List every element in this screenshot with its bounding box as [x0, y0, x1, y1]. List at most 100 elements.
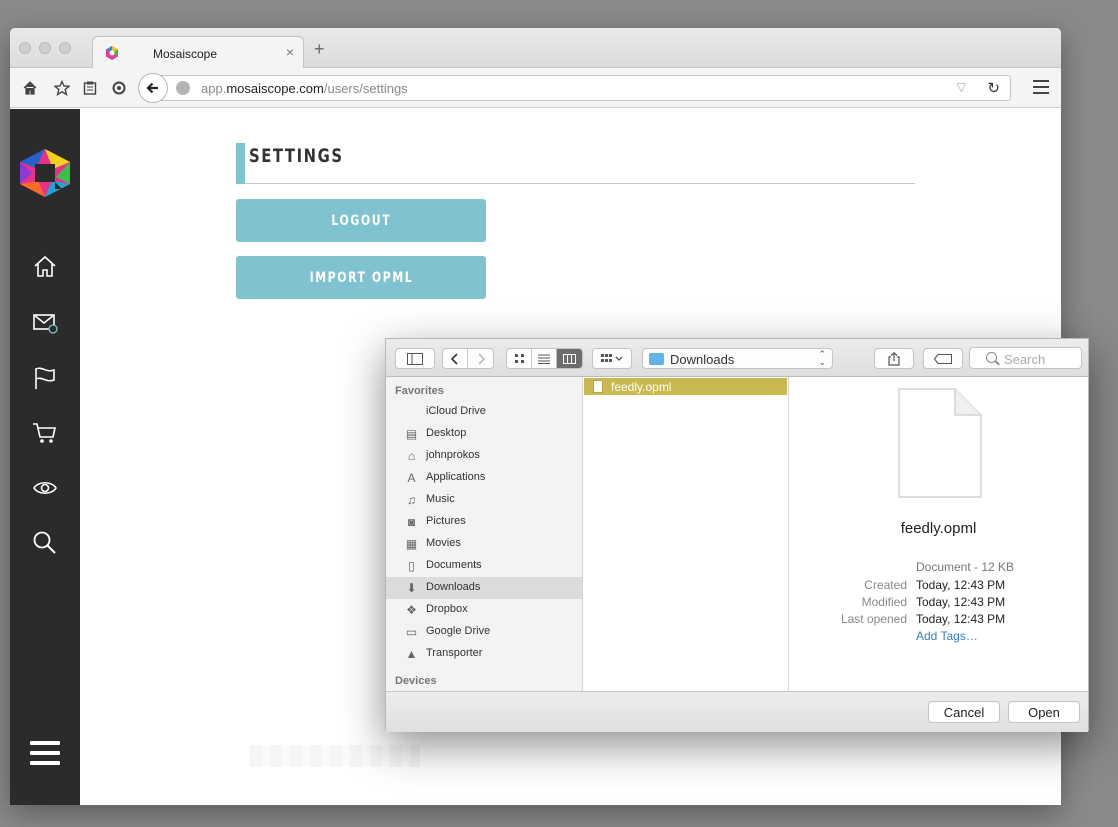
nav-inbox[interactable]: [32, 310, 58, 336]
import-opml-button[interactable]: IMPORT OPML: [236, 256, 486, 299]
home-icon: [34, 255, 56, 277]
toggle-sidebar-button[interactable]: [395, 348, 435, 369]
nav-cart[interactable]: [32, 420, 58, 446]
file-name: feedly.opml: [611, 380, 672, 394]
home-button[interactable]: [20, 78, 40, 98]
arrow-left-icon: [146, 82, 158, 94]
close-window-button[interactable]: [19, 42, 31, 54]
share-icon: [888, 351, 900, 366]
preview-kind-size: Document - 12 KB: [916, 560, 1015, 574]
dialog-footer: Cancel Open: [386, 691, 1088, 732]
zoom-window-button[interactable]: [59, 42, 71, 54]
reading-list-button[interactable]: [80, 78, 100, 98]
reload-icon[interactable]: ↻: [987, 79, 1000, 97]
tags-button[interactable]: [923, 348, 963, 369]
dropbox-icon: ❖: [406, 603, 417, 617]
mosaiscope-logo[interactable]: [18, 149, 72, 197]
file-preview: feedly.opml Document - 12 KB Created Tod…: [789, 377, 1088, 691]
tab-close-icon[interactable]: ×: [286, 44, 294, 60]
sidebar-item-johnprokos[interactable]: ⌂ johnprokos: [386, 445, 582, 467]
transporter-icon: ▲: [405, 647, 418, 661]
sidebar-item-label: johnprokos: [426, 449, 480, 461]
mosaiscope-favicon-icon: [106, 46, 118, 60]
location-select[interactable]: Downloads ⌃ ⌄: [642, 348, 833, 369]
sidebar-item-label: Transporter: [426, 647, 483, 659]
dialog-sidebar: Favorites iCloud Drive ▤ Desktop ⌂ johnproko…: [386, 377, 583, 691]
nav-watching[interactable]: [32, 475, 58, 501]
search-input[interactable]: Search: [969, 347, 1082, 369]
sidebar-item-google-drive[interactable]: ▭ Google Drive: [386, 621, 582, 643]
sidebar-item-pictures[interactable]: ◙ Pictures: [386, 511, 582, 533]
columns-icon: [563, 353, 576, 364]
cancel-button[interactable]: Cancel: [928, 701, 1000, 723]
sidebar-item-movies[interactable]: ▦ Movies: [386, 533, 582, 555]
sidebar-item-label: iCloud Drive: [426, 405, 486, 417]
bookmark-button[interactable]: [52, 78, 72, 98]
tab-mosaiscope[interactable]: Mosaiscope ×: [92, 36, 304, 69]
column-view-button[interactable]: [557, 349, 582, 368]
music-icon: ♫: [407, 493, 416, 507]
sidebar-item-label: Downloads: [426, 581, 481, 593]
globe-icon: [176, 81, 190, 95]
view-mode-control: [506, 348, 583, 369]
tab-title: Mosaiscope: [153, 47, 218, 61]
sidebar-item-transporter[interactable]: ▲ Transporter: [386, 643, 582, 665]
sidebar-item-dropbox[interactable]: ❖ Dropbox: [386, 599, 582, 621]
sidebar-item-label: Music: [426, 493, 455, 505]
document-preview-icon: [898, 388, 982, 498]
pictures-icon: ◙: [407, 515, 416, 529]
last-opened-value: Today, 12:43 PM: [916, 612, 1006, 626]
add-tags-link[interactable]: Add Tags…: [916, 629, 978, 643]
navigation-bar: app.mosaiscope.com/users/settings ▽ ↻: [10, 68, 1061, 108]
browser-menu-icon[interactable]: [1033, 80, 1049, 94]
forward-button[interactable]: [468, 349, 493, 368]
downloads-icon: ⬇: [406, 581, 417, 595]
google-drive-icon: ▭: [405, 625, 418, 639]
blurred-region: [250, 745, 420, 767]
nav-home[interactable]: [32, 254, 58, 280]
sidebar-item-label: Desktop: [426, 427, 467, 439]
open-button[interactable]: Open: [1008, 701, 1080, 723]
sidebar-item-label: Google Drive: [426, 625, 491, 637]
url-bar[interactable]: app.mosaiscope.com/users/settings ▽ ↻: [158, 75, 1011, 101]
list-view-button[interactable]: [532, 349, 557, 368]
nav-flagged[interactable]: [32, 365, 58, 391]
desktop-icon: ▤: [405, 427, 418, 441]
nav-search[interactable]: [32, 530, 58, 556]
sidebar-item-documents[interactable]: ▯ Documents: [386, 555, 582, 577]
sync-button[interactable]: [109, 78, 129, 98]
sidebar-item-label: Dropbox: [426, 603, 468, 615]
app-sidebar: [10, 109, 80, 805]
arrange-grid-icon: [601, 353, 623, 362]
modified-label: Modified: [861, 595, 907, 609]
file-column: feedly.opml: [583, 377, 789, 691]
sidebar-item-label: Applications: [426, 471, 486, 483]
sidebar-item-icloud-drive[interactable]: iCloud Drive: [386, 401, 582, 423]
back-button[interactable]: [443, 349, 468, 368]
search-icon: [33, 531, 56, 554]
tag-icon: [934, 353, 952, 364]
eye-icon: [33, 481, 57, 495]
sidebar-item-applications[interactable]: A Applications: [386, 467, 582, 489]
logout-button[interactable]: LOGOUT: [236, 199, 486, 242]
applications-icon: A: [407, 471, 416, 485]
movies-icon: ▦: [405, 537, 418, 551]
sidebar-item-desktop[interactable]: ▤ Desktop: [386, 423, 582, 445]
last-opened-label: Last opened: [840, 612, 907, 626]
sidebar-item-music[interactable]: ♫ Music: [386, 489, 582, 511]
url-history-dropdown-icon[interactable]: ▽: [957, 80, 966, 94]
share-button[interactable]: [874, 348, 914, 369]
new-tab-button[interactable]: +: [314, 40, 325, 58]
arrange-button[interactable]: [592, 348, 632, 369]
grid-icon: [514, 354, 524, 363]
file-row-selected[interactable]: feedly.opml: [584, 378, 787, 395]
open-file-dialog: Downloads ⌃ ⌄ Search Favorites iCloud Dri…: [385, 338, 1089, 732]
back-button[interactable]: [138, 73, 168, 103]
sidebar-item-downloads[interactable]: ⬇ Downloads: [386, 577, 582, 599]
sidebar-item-label: Movies: [426, 537, 461, 549]
sidebar-menu-icon[interactable]: [30, 741, 60, 767]
home-icon: [23, 81, 37, 95]
minimize-window-button[interactable]: [39, 42, 51, 54]
icon-view-button[interactable]: [507, 349, 532, 368]
location-label: Downloads: [670, 352, 735, 367]
